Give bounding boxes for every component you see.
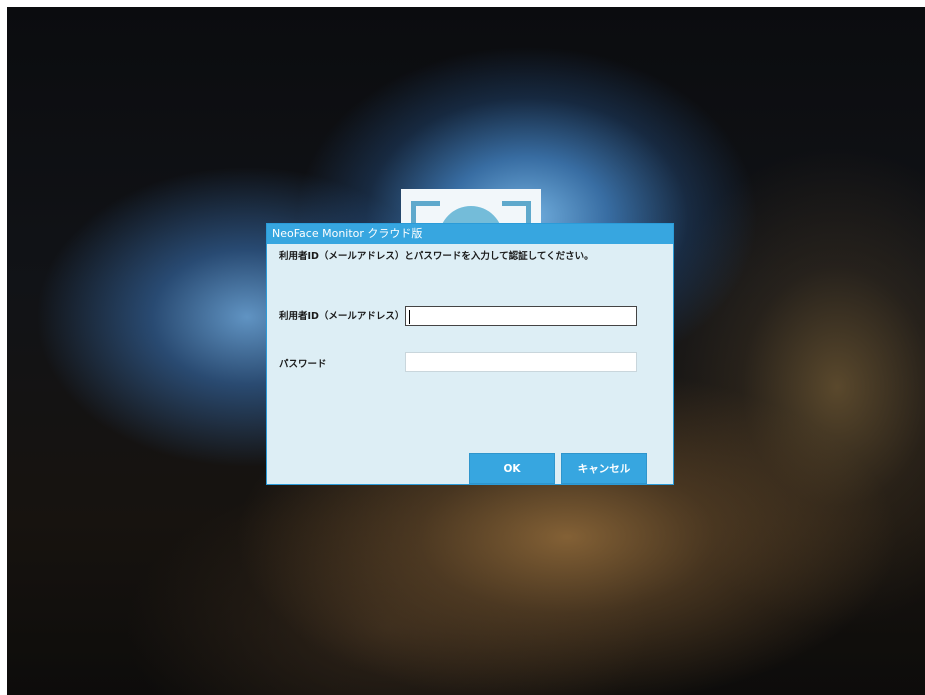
blurred-desktop-background: NeoFace Monitor クラウド版 利用者ID（メールアドレス）とパスワ… xyxy=(7,7,925,695)
instruction-text: 利用者ID（メールアドレス）とパスワードを入力して認証してください。 xyxy=(279,251,594,262)
logo-bracket-right xyxy=(502,201,531,225)
password-label: パスワード xyxy=(279,359,327,370)
ok-button[interactable]: OK xyxy=(469,453,555,484)
cancel-button[interactable]: キャンセル xyxy=(561,453,647,484)
text-cursor xyxy=(409,310,410,324)
user-id-label: 利用者ID（メールアドレス） xyxy=(279,311,405,322)
logo-bracket-left xyxy=(411,201,440,225)
login-dialog: NeoFace Monitor クラウド版 利用者ID（メールアドレス）とパスワ… xyxy=(266,223,674,485)
password-input[interactable] xyxy=(405,352,637,372)
user-id-input[interactable] xyxy=(405,306,637,326)
face-recognition-logo-icon xyxy=(401,189,541,225)
dialog-title: NeoFace Monitor クラウド版 xyxy=(267,224,673,244)
